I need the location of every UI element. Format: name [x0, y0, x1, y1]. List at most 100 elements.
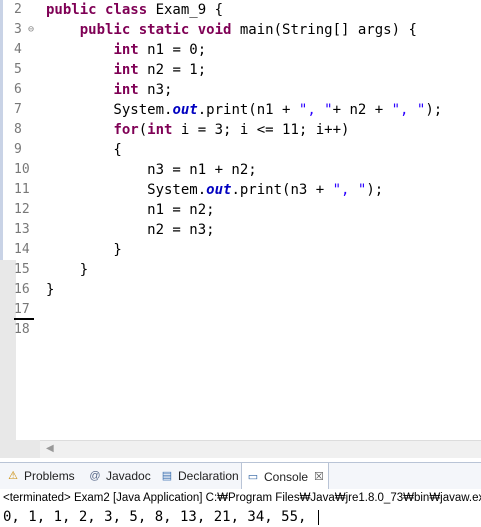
problems-icon: ⚠ [8, 470, 18, 482]
code-token: ( [138, 122, 148, 138]
code-token: i = 3; i <= 11; i++) [180, 122, 350, 138]
scrollbar-corner [0, 440, 40, 458]
keyword-token: int [147, 122, 181, 138]
code-line[interactable]: 2 public class Exam_9 { [0, 0, 481, 20]
line-number: 11 [14, 182, 30, 197]
code-text: int n3; [46, 80, 172, 100]
code-line[interactable]: 10 n3 = n1 + n2; [0, 160, 481, 180]
line-number: 6 [14, 82, 22, 97]
keyword-token: public class [46, 2, 156, 18]
code-token: n2 = n3; [46, 222, 215, 238]
line-number: 15 [14, 262, 30, 277]
code-token: .print(n1 + [197, 102, 299, 118]
code-token: System. [46, 182, 207, 198]
tab-javadoc-label: Javadoc [106, 469, 151, 483]
code-text: System.out.print(n1 + ", "+ n2 + ", "); [46, 100, 442, 120]
string-token: ", " [391, 102, 426, 118]
field-token: out [172, 102, 198, 118]
code-text: n2 = n3; [46, 220, 215, 240]
code-line[interactable]: 12 n1 = n2; [0, 200, 481, 220]
code-token: Exam_9 { [155, 2, 224, 18]
line-number: 18 [14, 322, 30, 337]
tab-javadoc[interactable]: @ Javadoc [84, 463, 155, 489]
code-text: int n2 = 1; [46, 60, 206, 80]
keyword-token: public static void [79, 22, 240, 38]
console-output[interactable]: 0, 1, 1, 2, 3, 5, 8, 13, 21, 34, 55, [0, 508, 481, 527]
javadoc-icon: @ [89, 470, 101, 482]
line-number: 8 [14, 122, 22, 137]
tab-problems-label: Problems [24, 469, 75, 483]
line-number: 17 [14, 302, 30, 317]
code-line[interactable]: 11 System.out.print(n3 + ", "); [0, 180, 481, 200]
console-status-line: <terminated> Exam2 [Java Application] C:… [0, 489, 481, 507]
line-number: 9 [14, 142, 22, 157]
code-line[interactable]: 8 for(int i = 3; i <= 11; i++) [0, 120, 481, 140]
code-token: ); [366, 182, 384, 198]
code-token: n2 = 1; [147, 62, 207, 78]
code-text: public class Exam_9 { [46, 0, 223, 20]
code-text: n3 = n1 + n2; [46, 160, 257, 180]
code-token: System. [46, 102, 173, 118]
line-number: 14 [14, 242, 30, 257]
code-line[interactable]: 7 System.out.print(n1 + ", "+ n2 + ", ")… [0, 100, 481, 120]
code-editor[interactable]: 2 public class Exam_9 { 3 ⊖ public static v… [0, 0, 481, 440]
code-text: n1 = n2; [46, 200, 215, 220]
line-number: 7 [14, 102, 22, 117]
code-line[interactable]: 14 } [0, 240, 481, 260]
code-line[interactable]: 5 int n2 = 1; [0, 60, 481, 80]
code-line[interactable]: 13 n2 = n3; [0, 220, 481, 240]
fold-collapse-icon[interactable]: ⊖ [28, 20, 34, 40]
keyword-token: for [113, 122, 139, 138]
keyword-token: int [113, 42, 148, 58]
tab-declaration[interactable]: ▤ Declaration [156, 463, 243, 489]
code-text: for(int i = 3; i <= 11; i++) [46, 120, 349, 140]
tab-declaration-label: Declaration [178, 469, 239, 483]
console-icon: ▭ [247, 470, 259, 483]
code-line[interactable]: 6 int n3; [0, 80, 481, 100]
line-number: 3 [14, 22, 22, 37]
code-line[interactable]: 4 int n1 = 0; [0, 40, 481, 60]
string-token: ", " [332, 182, 367, 198]
code-line[interactable]: 17 [0, 300, 481, 320]
code-line[interactable]: 18 [0, 320, 481, 340]
code-token: n3 = n1 + n2; [46, 162, 257, 178]
horizontal-scrollbar[interactable]: ◀ [40, 440, 481, 458]
code-token: + n2 + [332, 102, 392, 118]
code-line[interactable]: 3 ⊖ public static void main(String[] args… [0, 20, 481, 40]
declaration-icon: ▤ [161, 470, 173, 482]
code-text: { [46, 140, 121, 160]
tab-console[interactable]: ▭ Console ☒ [241, 463, 329, 490]
line-number: 12 [14, 202, 30, 217]
code-text: } [46, 240, 122, 260]
code-line[interactable]: 15 } [0, 260, 481, 280]
code-token: n1 = 0; [147, 42, 207, 58]
code-token: .print(n3 + [231, 182, 333, 198]
line-number: 13 [14, 222, 30, 237]
line-number: 16 [14, 282, 30, 297]
close-icon[interactable]: ☒ [314, 464, 324, 490]
code-token: } [46, 242, 122, 258]
code-line[interactable]: 16} [0, 280, 481, 300]
field-token: out [206, 182, 232, 198]
code-text: } [46, 280, 54, 300]
line-number: 5 [14, 62, 22, 77]
string-token: ", " [298, 102, 333, 118]
code-token: main(String[] args) { [239, 22, 417, 38]
code-text: public static void main(String[] args) { [46, 20, 417, 40]
tab-problems[interactable]: ⚠ Problems [2, 463, 79, 489]
text-caret [317, 509, 319, 525]
line-number: 4 [14, 42, 22, 57]
code-token: ); [425, 102, 443, 118]
tab-console-label: Console [264, 469, 309, 484]
keyword-token: int [113, 62, 148, 78]
scroll-left-arrow-icon[interactable]: ◀ [46, 443, 54, 454]
code-text: } [46, 260, 88, 280]
code-line[interactable]: 9 { [0, 140, 481, 160]
code-token: } [46, 262, 89, 278]
code-token: n1 = n2; [46, 202, 215, 218]
